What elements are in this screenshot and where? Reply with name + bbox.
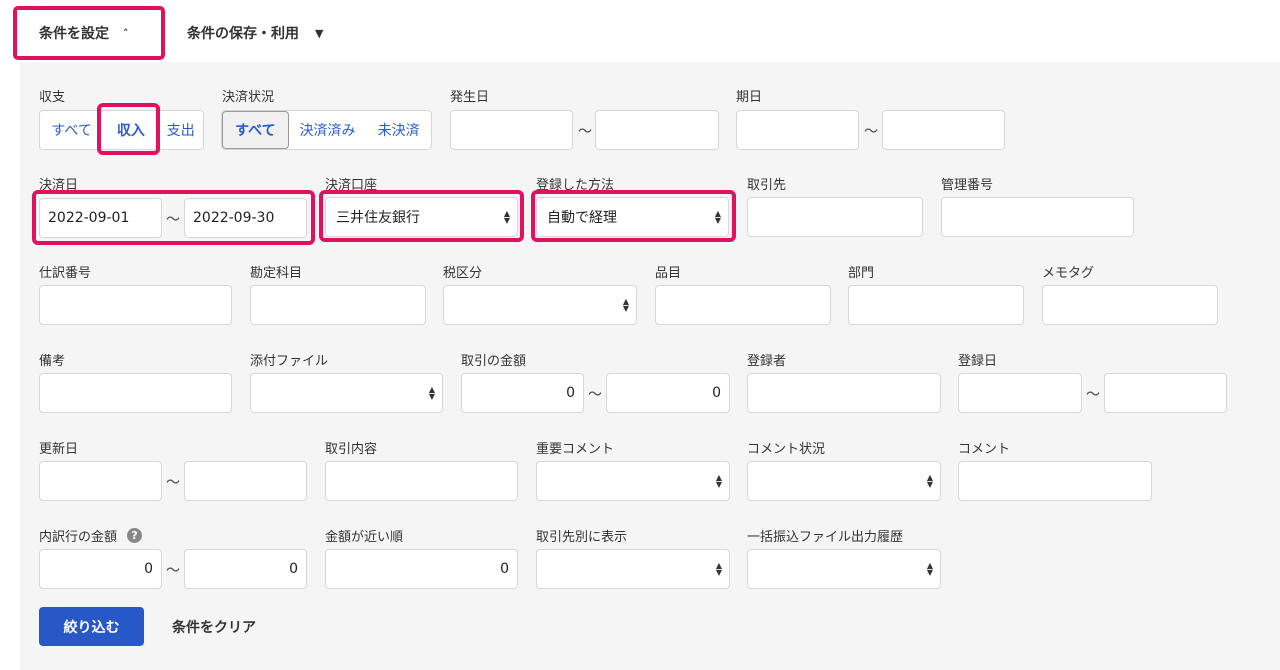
label-tax-category: 税区分 xyxy=(443,266,483,281)
issue-date-to[interactable] xyxy=(595,110,719,150)
due-date-to[interactable] xyxy=(882,110,1005,150)
remarks-input[interactable] xyxy=(39,373,232,413)
partner-input[interactable] xyxy=(747,197,923,237)
select-arrows-icon: ▲ ▼ xyxy=(926,473,933,489)
label-account-item: 勘定科目 xyxy=(250,266,303,281)
updated-date-to[interactable] xyxy=(184,461,307,501)
select-arrows-icon: ▲ ▼ xyxy=(715,561,722,577)
select-arrows-icon: ▲ ▼ xyxy=(622,297,629,313)
registrant-input[interactable] xyxy=(747,373,941,413)
select-arrows-icon: ▲ ▼ xyxy=(428,385,435,401)
label-comment: コメント xyxy=(958,442,1011,457)
settlement-status-settled[interactable]: 決済済み xyxy=(289,111,367,149)
department-input[interactable] xyxy=(848,285,1024,325)
tilde: 〜 xyxy=(166,475,180,491)
label-settlement-status: 決済状況 xyxy=(222,90,275,105)
tab-conditions[interactable]: 条件を設定 ˄ xyxy=(13,6,165,60)
attachment-select[interactable]: ▲ ▼ xyxy=(250,373,443,413)
account-item-input[interactable] xyxy=(250,285,426,325)
breakdown-amount-from[interactable]: 0 xyxy=(39,549,162,589)
label-amount-nearest: 金額が近い順 xyxy=(325,530,404,545)
bulk-transfer-history-select[interactable]: ▲ ▼ xyxy=(747,549,941,589)
label-comment-status: コメント状況 xyxy=(747,442,826,457)
label-issue-date: 発生日 xyxy=(450,90,490,105)
label-attachment: 添付ファイル xyxy=(250,354,329,369)
select-arrows-icon: ▲ ▼ xyxy=(715,473,722,489)
label-transaction-content: 取引内容 xyxy=(325,442,378,457)
tilde: 〜 xyxy=(864,124,878,140)
comment-input[interactable] xyxy=(958,461,1152,501)
tab-conditions-label: 条件を設定 xyxy=(39,26,109,42)
journal-no-input[interactable] xyxy=(39,285,232,325)
issue-date-from[interactable] xyxy=(450,110,573,150)
settlement-status-unsettled[interactable]: 未決済 xyxy=(366,111,431,149)
label-updated-date: 更新日 xyxy=(39,442,79,457)
label-breakdown-amount: 内訳行の金額 xyxy=(39,530,118,545)
highlight-registration-method xyxy=(531,190,736,242)
label-partner: 取引先 xyxy=(747,178,787,193)
tab-save-use[interactable]: 条件の保存・利用 ▼ xyxy=(172,6,323,60)
tilde: 〜 xyxy=(588,387,602,403)
filter-button[interactable]: 絞り込む xyxy=(39,607,144,646)
amount-nearest-input[interactable]: 0 xyxy=(325,549,518,589)
select-arrows-icon: ▲ ▼ xyxy=(926,561,933,577)
important-comment-select[interactable]: ▲ ▼ xyxy=(536,461,730,501)
label-due-date: 期日 xyxy=(736,90,763,105)
label-department: 部門 xyxy=(848,266,875,281)
registered-date-from[interactable] xyxy=(958,373,1082,413)
updated-date-from[interactable] xyxy=(39,461,162,501)
clear-conditions-button[interactable]: 条件をクリア xyxy=(172,607,256,646)
caret-down-icon: ▼ xyxy=(315,26,324,40)
comment-status-select[interactable]: ▲ ▼ xyxy=(747,461,941,501)
settlement-status-segment: すべて 決済済み 未決済 xyxy=(221,110,432,150)
amount-from-input[interactable]: 0 xyxy=(461,373,584,413)
label-bulk-transfer-history: 一括振込ファイル出力履歴 xyxy=(747,530,904,545)
settlement-status-all[interactable]: すべて xyxy=(222,111,289,149)
label-breakdown-amount-wrap: 内訳行の金額 ? xyxy=(39,526,143,545)
transaction-content-input[interactable] xyxy=(325,461,518,501)
due-date-from[interactable] xyxy=(736,110,859,150)
help-icon[interactable]: ? xyxy=(127,528,143,543)
label-memo-tag: メモタグ xyxy=(1042,266,1095,281)
income-expense-all[interactable]: すべて xyxy=(40,111,103,149)
label-income-expense: 収支 xyxy=(39,90,66,105)
label-registrant: 登録者 xyxy=(747,354,787,369)
tab-save-use-label: 条件の保存・利用 xyxy=(187,26,299,42)
amount-to-input[interactable]: 0 xyxy=(606,373,730,413)
management-no-input[interactable] xyxy=(941,197,1134,237)
tilde: 〜 xyxy=(578,124,592,140)
highlight-settlement-account xyxy=(319,190,524,242)
highlight-settlement-date xyxy=(32,190,315,245)
label-item: 品目 xyxy=(655,266,682,281)
item-input[interactable] xyxy=(655,285,831,325)
income-expense-expense[interactable]: 支出 xyxy=(159,111,203,149)
label-registered-date: 登録日 xyxy=(958,354,998,369)
tilde: 〜 xyxy=(1086,387,1100,403)
registered-date-to[interactable] xyxy=(1104,373,1227,413)
label-journal-no: 仕訳番号 xyxy=(39,266,92,281)
chevron-up-icon: ˄ xyxy=(123,26,129,40)
by-partner-select[interactable]: ▲ ▼ xyxy=(536,549,730,589)
label-important-comment: 重要コメント xyxy=(536,442,615,457)
label-amount: 取引の金額 xyxy=(461,354,527,369)
label-management-no: 管理番号 xyxy=(941,178,994,193)
tax-category-select[interactable]: ▲ ▼ xyxy=(443,285,637,325)
tilde: 〜 xyxy=(166,563,180,579)
label-remarks: 備考 xyxy=(39,354,66,369)
memo-tag-input[interactable] xyxy=(1042,285,1218,325)
highlight-income xyxy=(97,103,160,155)
breakdown-amount-to[interactable]: 0 xyxy=(184,549,307,589)
label-by-partner: 取引先別に表示 xyxy=(536,530,628,545)
